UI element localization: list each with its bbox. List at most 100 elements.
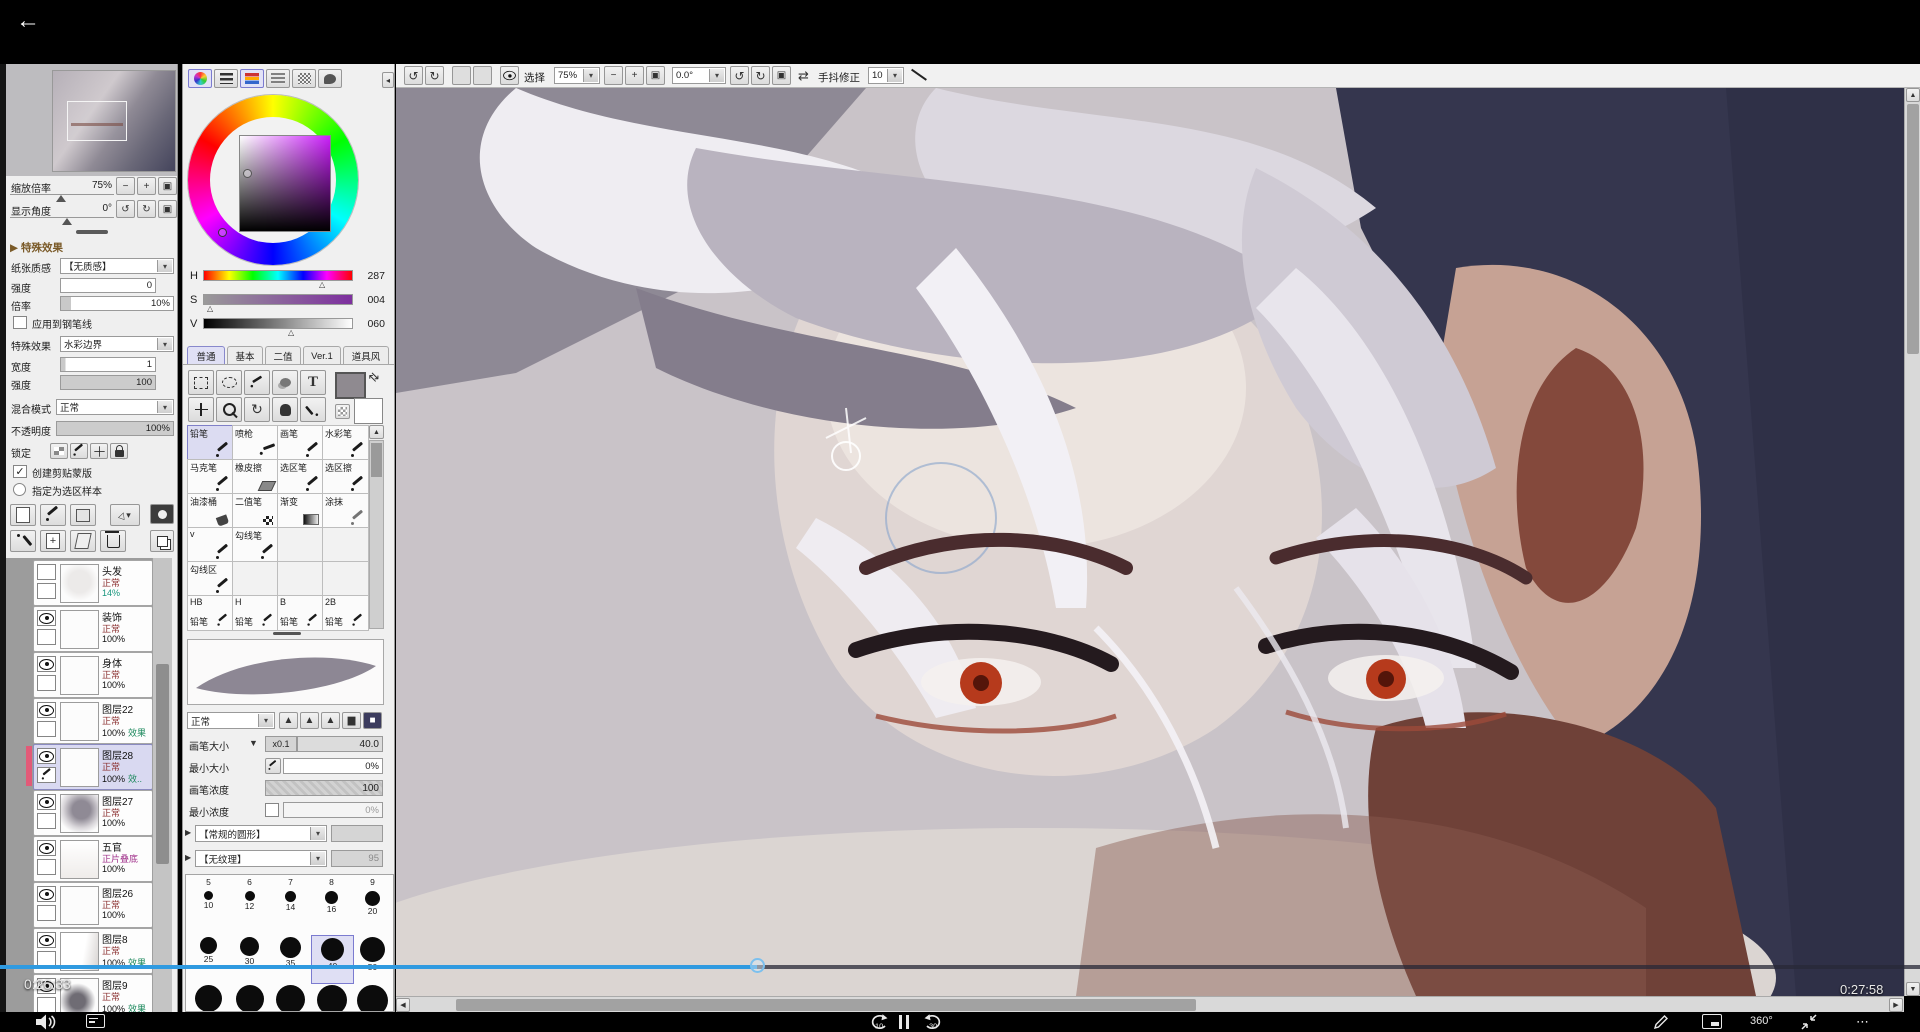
layer-row[interactable]: 五官 正片叠底 100%	[33, 836, 152, 882]
angle-slider-handle[interactable]	[62, 218, 72, 225]
transfer-down-button[interactable]	[10, 530, 36, 552]
brush-cell[interactable]: B 铅笔	[277, 595, 324, 631]
layer-row[interactable]: 图层22 正常 100%效果	[33, 698, 152, 744]
paper-strength-field[interactable]: 0	[60, 278, 156, 293]
brush-blend-select[interactable]: 正常▾	[187, 712, 275, 729]
ruler-tool-button[interactable]: △▾	[110, 504, 140, 526]
color-bars-mode-button[interactable]	[214, 69, 238, 88]
select-move-tool[interactable]	[272, 370, 298, 395]
nav-angle-slider[interactable]	[10, 217, 114, 223]
chevron-down-icon[interactable]: ▾	[157, 338, 172, 350]
text-tool[interactable]: T	[300, 370, 326, 395]
canvas-zoom-in-button[interactable]: +	[625, 66, 644, 85]
magic-wand-tool[interactable]	[244, 370, 270, 395]
brush-cell-empty[interactable]	[232, 561, 279, 597]
canvas-vscrollbar[interactable]: ▲ ▼	[1904, 88, 1920, 996]
brush-scroll-up-button[interactable]: ▲	[369, 425, 384, 439]
zoom-in-button[interactable]: +	[137, 177, 156, 195]
merge-add-button[interactable]: +	[40, 530, 66, 552]
size-option[interactable]: 14	[270, 889, 311, 936]
size-option[interactable]: 120	[352, 983, 393, 1012]
tip-shape-2[interactable]: ▲	[300, 712, 319, 729]
selection-sample-radio[interactable]	[13, 483, 26, 496]
min-size-pressure-button[interactable]	[265, 758, 281, 774]
layer-extra-checkbox[interactable]	[37, 905, 56, 921]
brush-cell-empty[interactable]	[322, 561, 369, 597]
size-option[interactable]: 5	[188, 877, 229, 887]
paper-texture-select[interactable]: 【无质感】▾	[60, 258, 174, 274]
size-option[interactable]: 50	[352, 935, 393, 982]
layer-extra-checkbox[interactable]	[37, 859, 56, 875]
chevron-down-icon[interactable]: ▾	[887, 69, 902, 82]
brush-cell[interactable]: 喷枪	[232, 425, 279, 461]
new-lineart-layer-button[interactable]	[40, 504, 66, 526]
brush-size-field[interactable]: 40.0	[297, 736, 383, 752]
tip-shape-5-selected[interactable]: ■	[363, 712, 382, 729]
layer-row[interactable]: 身体 正常 100%	[33, 652, 152, 698]
layer-row[interactable]: 装饰 正常 100%	[33, 606, 152, 652]
size-option[interactable]: 30	[229, 935, 270, 982]
chevron-down-icon[interactable]: ▾	[258, 714, 273, 727]
size-option[interactable]: 7	[270, 877, 311, 887]
layer-extra-checkbox[interactable]	[37, 675, 56, 691]
layer-list-scrollbar[interactable]	[152, 558, 172, 1012]
brush-scrollbar[interactable]	[369, 440, 384, 629]
lock-pencil-button[interactable]	[70, 443, 88, 459]
brush-cell[interactable]: 马克笔	[187, 459, 234, 495]
size-option[interactable]: 70	[229, 983, 270, 1012]
video-progress-filled[interactable]	[0, 965, 757, 969]
effect-width-field[interactable]: 1	[60, 357, 156, 372]
chevron-down-icon[interactable]: ▾	[310, 827, 325, 840]
tab-binary[interactable]: 二值	[265, 346, 301, 365]
brush-cell[interactable]: H 铅笔	[232, 595, 279, 631]
sv-handle[interactable]	[243, 169, 252, 178]
mixed-sliders-mode-button[interactable]	[266, 69, 290, 88]
brush-cell[interactable]: 渐变	[277, 493, 324, 529]
tip-shape-1[interactable]: ▲	[279, 712, 298, 729]
size-option[interactable]: 10	[188, 889, 229, 936]
brush-size-unit[interactable]: x0.1	[265, 736, 297, 752]
volume-button[interactable]	[34, 1013, 60, 1031]
shape-expander[interactable]: ▶	[185, 828, 191, 837]
clipping-mask-checkbox[interactable]: ✓	[13, 465, 27, 478]
panel-grip[interactable]	[273, 632, 301, 635]
clear-layer-button[interactable]	[70, 530, 96, 552]
chevron-down-icon[interactable]: ▾	[583, 69, 598, 82]
canvas-rotate-reset-button[interactable]: ▣	[772, 66, 791, 85]
layer-visibility-checkbox[interactable]	[37, 610, 56, 626]
brush-texture-select[interactable]: 【无纹理】▾	[195, 850, 327, 867]
lasso-tool[interactable]	[216, 370, 242, 395]
brush-cell[interactable]: 橡皮擦	[232, 459, 279, 495]
scrollbar-thumb[interactable]	[156, 664, 169, 864]
stabilizer-select[interactable]: 10▾	[868, 67, 904, 84]
brush-cell[interactable]: 勾线笔	[232, 527, 279, 563]
navigator-viewport-rect[interactable]	[67, 101, 127, 141]
scroll-right-arrow[interactable]: ▶	[1889, 998, 1903, 1012]
more-button[interactable]: ⋯	[1856, 1014, 1871, 1030]
subtitle-button[interactable]	[1702, 1014, 1724, 1030]
special-effect-select[interactable]: 水彩边界▾	[60, 336, 174, 352]
size-option[interactable]: 20	[352, 889, 393, 936]
size-option[interactable]: 100	[311, 983, 352, 1012]
forward-button[interactable]: 30	[920, 1012, 946, 1032]
transparent-color-button[interactable]	[335, 404, 350, 419]
duplicate-layer-button[interactable]	[150, 530, 174, 552]
layer-visibility-checkbox[interactable]	[37, 656, 56, 672]
brush-cell[interactable]: 2B 铅笔	[322, 595, 369, 631]
min-density-checkbox[interactable]	[265, 803, 279, 817]
canvas-hscrollbar[interactable]: ◀ ▶	[396, 996, 1904, 1012]
brush-cell[interactable]: 二值笔	[232, 493, 279, 529]
hue-slider[interactable]	[203, 270, 353, 281]
swap-colors-icon[interactable]: ⇄	[366, 368, 383, 385]
back-button[interactable]: ←	[16, 6, 52, 36]
scrollbar-thumb[interactable]	[371, 443, 382, 477]
brush-shape-select[interactable]: 【常规的圆形】▾	[195, 825, 327, 842]
blend-mode-select[interactable]: 正常▾	[56, 399, 174, 415]
invert-selection-button[interactable]	[473, 66, 492, 85]
flip-horizontal-icon[interactable]: ⇄	[798, 68, 809, 84]
rotate-reset-button[interactable]: ▣	[158, 200, 177, 218]
zoom-out-button[interactable]: −	[116, 177, 135, 195]
brush-cell[interactable]: 勾线区	[187, 561, 234, 597]
video-progress-handle[interactable]	[750, 958, 765, 973]
size-option[interactable]: 25	[188, 935, 229, 982]
